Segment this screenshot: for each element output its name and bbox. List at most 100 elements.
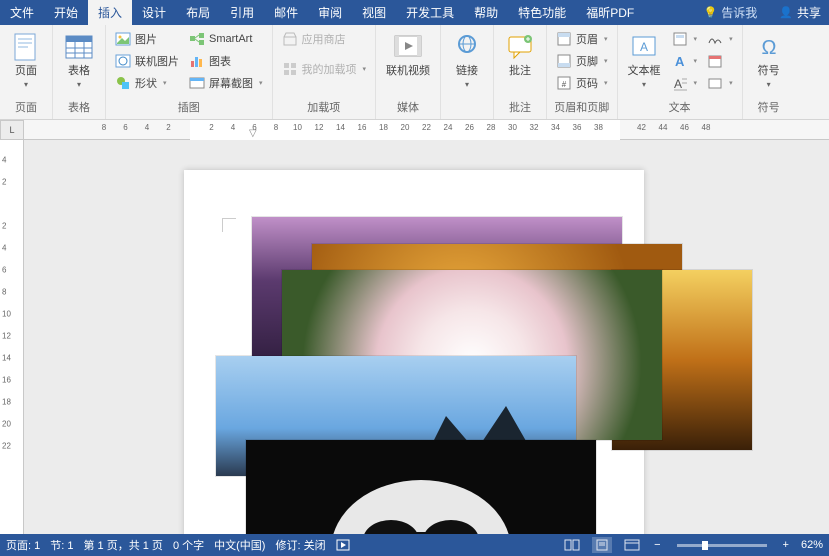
footer-button[interactable]: 页脚▾ [553, 51, 611, 71]
ruler-tick: 48 [702, 123, 711, 132]
online-pictures-button[interactable]: 联机图片 [112, 51, 182, 71]
video-icon [392, 31, 424, 63]
dropcap-icon: A [672, 75, 688, 91]
tab-help[interactable]: 帮助 [464, 0, 508, 25]
zoom-level[interactable]: 62% [801, 539, 823, 551]
chevron-down-icon: ▾ [729, 79, 733, 87]
smartart-button[interactable]: SmartArt [186, 29, 266, 49]
chevron-down-icon: ▾ [767, 80, 771, 89]
ruler-tick: 2 [209, 123, 213, 132]
shapes-button[interactable]: 形状▾ [112, 73, 182, 93]
table-button[interactable]: 表格 ▾ [59, 29, 99, 91]
object-button[interactable]: ▾ [704, 73, 736, 93]
document-area[interactable] [24, 140, 829, 534]
table-icon [63, 31, 95, 63]
comment-icon [504, 31, 536, 63]
view-read-button[interactable] [562, 537, 582, 553]
symbol-button[interactable]: Ω 符号 ▾ [749, 29, 789, 91]
header-button[interactable]: 页眉▾ [553, 29, 611, 49]
group-links: 链接 ▾ [441, 25, 494, 119]
status-page[interactable]: 页面: 1 [6, 537, 40, 553]
group-text-label: 文本 [618, 97, 742, 119]
page-button[interactable]: 页面 ▾ [6, 29, 46, 91]
indent-marker[interactable]: ▽ [249, 128, 257, 139]
chevron-down-icon: ▾ [604, 35, 608, 43]
status-language[interactable]: 中文(中国) [214, 537, 265, 553]
tab-foxit-pdf[interactable]: 福昕PDF [576, 0, 644, 25]
group-media-label: 媒体 [376, 97, 440, 119]
chevron-down-icon: ▾ [363, 65, 367, 73]
ruler-tick: 22 [2, 442, 11, 451]
chart-button[interactable]: 图表 [186, 51, 266, 71]
pagenum-icon: # [556, 75, 572, 91]
online-video-button[interactable]: 联机视频 [382, 29, 434, 80]
status-pages[interactable]: 第 1 页，共 1 页 [83, 537, 162, 553]
screenshot-button[interactable]: 屏幕截图▾ [186, 73, 266, 93]
my-addins-button[interactable]: 我的加载项▾ [279, 59, 370, 79]
tab-home[interactable]: 开始 [44, 0, 88, 25]
macro-icon[interactable] [336, 539, 350, 551]
picture-icon [115, 31, 131, 47]
svg-text:Ω: Ω [761, 37, 776, 59]
view-web-button[interactable] [622, 537, 642, 553]
chart-icon [189, 53, 205, 69]
ruler-corner[interactable]: L [0, 120, 24, 140]
status-track-changes[interactable]: 修订: 关闭 [275, 537, 325, 553]
ruler-tick: 8 [274, 123, 278, 132]
status-section[interactable]: 节: 1 [50, 537, 73, 553]
chevron-down-icon: ▾ [694, 79, 698, 87]
omega-icon: Ω [753, 31, 785, 63]
chevron-down-icon: ▾ [604, 79, 608, 87]
tab-insert[interactable]: 插入 [88, 0, 132, 25]
tab-references[interactable]: 引用 [220, 0, 264, 25]
ruler-tick: 6 [123, 123, 127, 132]
screenshot-icon [189, 75, 205, 91]
wordart-button[interactable]: A▾ [669, 51, 701, 71]
ruler-tick: 12 [315, 123, 324, 132]
tab-review[interactable]: 审阅 [308, 0, 352, 25]
signature-button[interactable]: ▾ [704, 29, 736, 49]
ruler-tick: 8 [2, 288, 6, 297]
chevron-down-icon: ▾ [694, 57, 698, 65]
view-print-button[interactable] [592, 537, 612, 553]
ribbon: 页面 ▾ 页面 表格 ▾ 表格 图片 联机图片 形状▾ SmartArt [0, 25, 829, 120]
group-table-label: 表格 [53, 97, 105, 119]
datetime-button[interactable] [704, 51, 736, 71]
tab-developer[interactable]: 开发工具 [396, 0, 464, 25]
share-button[interactable]: 共享 [797, 4, 821, 21]
tab-file[interactable]: 文件 [0, 0, 44, 25]
links-button[interactable]: 链接 ▾ [447, 29, 487, 91]
ruler-tick: 16 [358, 123, 367, 132]
tab-mailings[interactable]: 邮件 [264, 0, 308, 25]
svg-text:A: A [640, 40, 648, 54]
ruler-tick: 34 [551, 123, 560, 132]
group-header-footer: 页眉▾ 页脚▾ #页码▾ 页眉和页脚 [547, 25, 618, 119]
tab-view[interactable]: 视图 [352, 0, 396, 25]
inserted-image[interactable] [246, 440, 596, 534]
chevron-down-icon: ▾ [465, 80, 469, 89]
zoom-slider[interactable] [677, 544, 767, 547]
quickparts-button[interactable]: ▾ [669, 29, 701, 49]
zoom-in-button[interactable]: + [781, 539, 791, 551]
vertical-ruler[interactable]: 42246810121416182022 [0, 140, 24, 534]
horizontal-ruler[interactable]: 8642246810121416182022242628303234363842… [24, 120, 829, 140]
addins-icon [282, 61, 298, 77]
group-page-label: 页面 [0, 97, 52, 119]
footer-icon [556, 53, 572, 69]
status-words[interactable]: 0 个字 [173, 537, 204, 553]
tab-layout[interactable]: 布局 [176, 0, 220, 25]
page-number-button[interactable]: #页码▾ [553, 73, 611, 93]
store-button[interactable]: 应用商店 [279, 29, 370, 49]
tab-design[interactable]: 设计 [132, 0, 176, 25]
pictures-button[interactable]: 图片 [112, 29, 182, 49]
tab-special[interactable]: 特色功能 [508, 0, 576, 25]
group-comments-label: 批注 [494, 97, 546, 119]
comment-button[interactable]: 批注 [500, 29, 540, 80]
zoom-out-button[interactable]: − [652, 539, 662, 551]
textbox-button[interactable]: A 文本框 ▾ [624, 29, 665, 91]
link-icon [451, 31, 483, 63]
ruler-tick: 8 [102, 123, 106, 132]
dropcap-button[interactable]: A▾ [669, 73, 701, 93]
tellme-input[interactable]: 告诉我 [721, 4, 757, 21]
ruler-tick: 10 [2, 310, 11, 319]
